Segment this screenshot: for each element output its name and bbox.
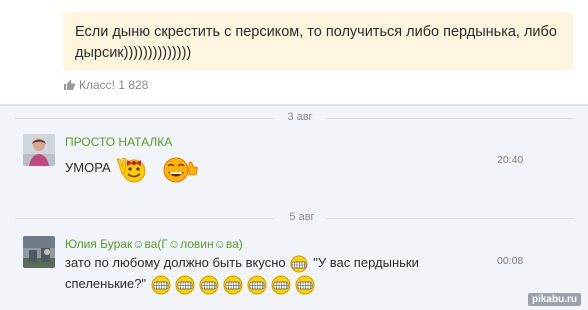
avatar[interactable] xyxy=(23,134,55,166)
grin-smiley-icon xyxy=(271,275,291,295)
grin-smiley-icon xyxy=(151,275,171,295)
comment-text-line1: зато по любому должно быть вкусно xyxy=(65,255,286,270)
grin-smiley-icon xyxy=(288,255,310,273)
date-label: 5 авг xyxy=(289,211,315,223)
comment-time: 00:08 xyxy=(497,255,524,267)
post-bubble: Если дыню скрестить с персиком, то получ… xyxy=(63,12,573,70)
grin-smiley-icon xyxy=(175,275,195,295)
date-line-right xyxy=(326,118,573,119)
grin-smiley-icon xyxy=(295,275,315,295)
comment-text-quote: "У вас пердыньки xyxy=(309,255,419,270)
watermark: pikabu.ru xyxy=(527,293,581,306)
comment-text: УМОРА xyxy=(65,158,111,177)
grin-smiley-icon xyxy=(199,275,219,295)
date-line-left xyxy=(15,218,274,219)
comment-text-line2-row: спеленькие?" xyxy=(65,274,146,293)
comment-text-span: УМОРА xyxy=(65,160,111,175)
comment-text-line2: спеленькие?" xyxy=(65,276,147,291)
date-line-right xyxy=(326,218,573,219)
date-line-left xyxy=(15,118,274,119)
author-name[interactable]: ПРОСТО НАТАЛКА xyxy=(65,135,172,149)
grin-smiley-icon xyxy=(247,275,267,295)
date-label: 3 авг xyxy=(287,111,313,123)
thumbs-up-smiley-icon xyxy=(163,157,199,183)
comment-time: 20:40 xyxy=(497,154,524,166)
comment-text: зато по любому должно быть вкусно "У вас… xyxy=(65,253,419,273)
post-text: Если дыню скрестить с персиком, то получ… xyxy=(75,24,557,61)
date-separator: 5 авг xyxy=(0,211,588,225)
thumb-up-icon xyxy=(64,80,76,90)
avatar[interactable] xyxy=(23,236,55,268)
like-count: Класс! 1 828 xyxy=(79,78,149,92)
date-separator: 3 авг xyxy=(0,111,588,125)
grin-smiley-row xyxy=(150,275,322,300)
author-name[interactable]: Юлия Бурак☺ва(Г☺ловин☺ва) xyxy=(65,237,243,251)
grin-smiley-icon xyxy=(223,275,243,295)
feed-top-border xyxy=(0,104,588,106)
like-line[interactable]: Класс! 1 828 xyxy=(63,78,148,92)
victory-smiley-icon xyxy=(116,157,146,183)
